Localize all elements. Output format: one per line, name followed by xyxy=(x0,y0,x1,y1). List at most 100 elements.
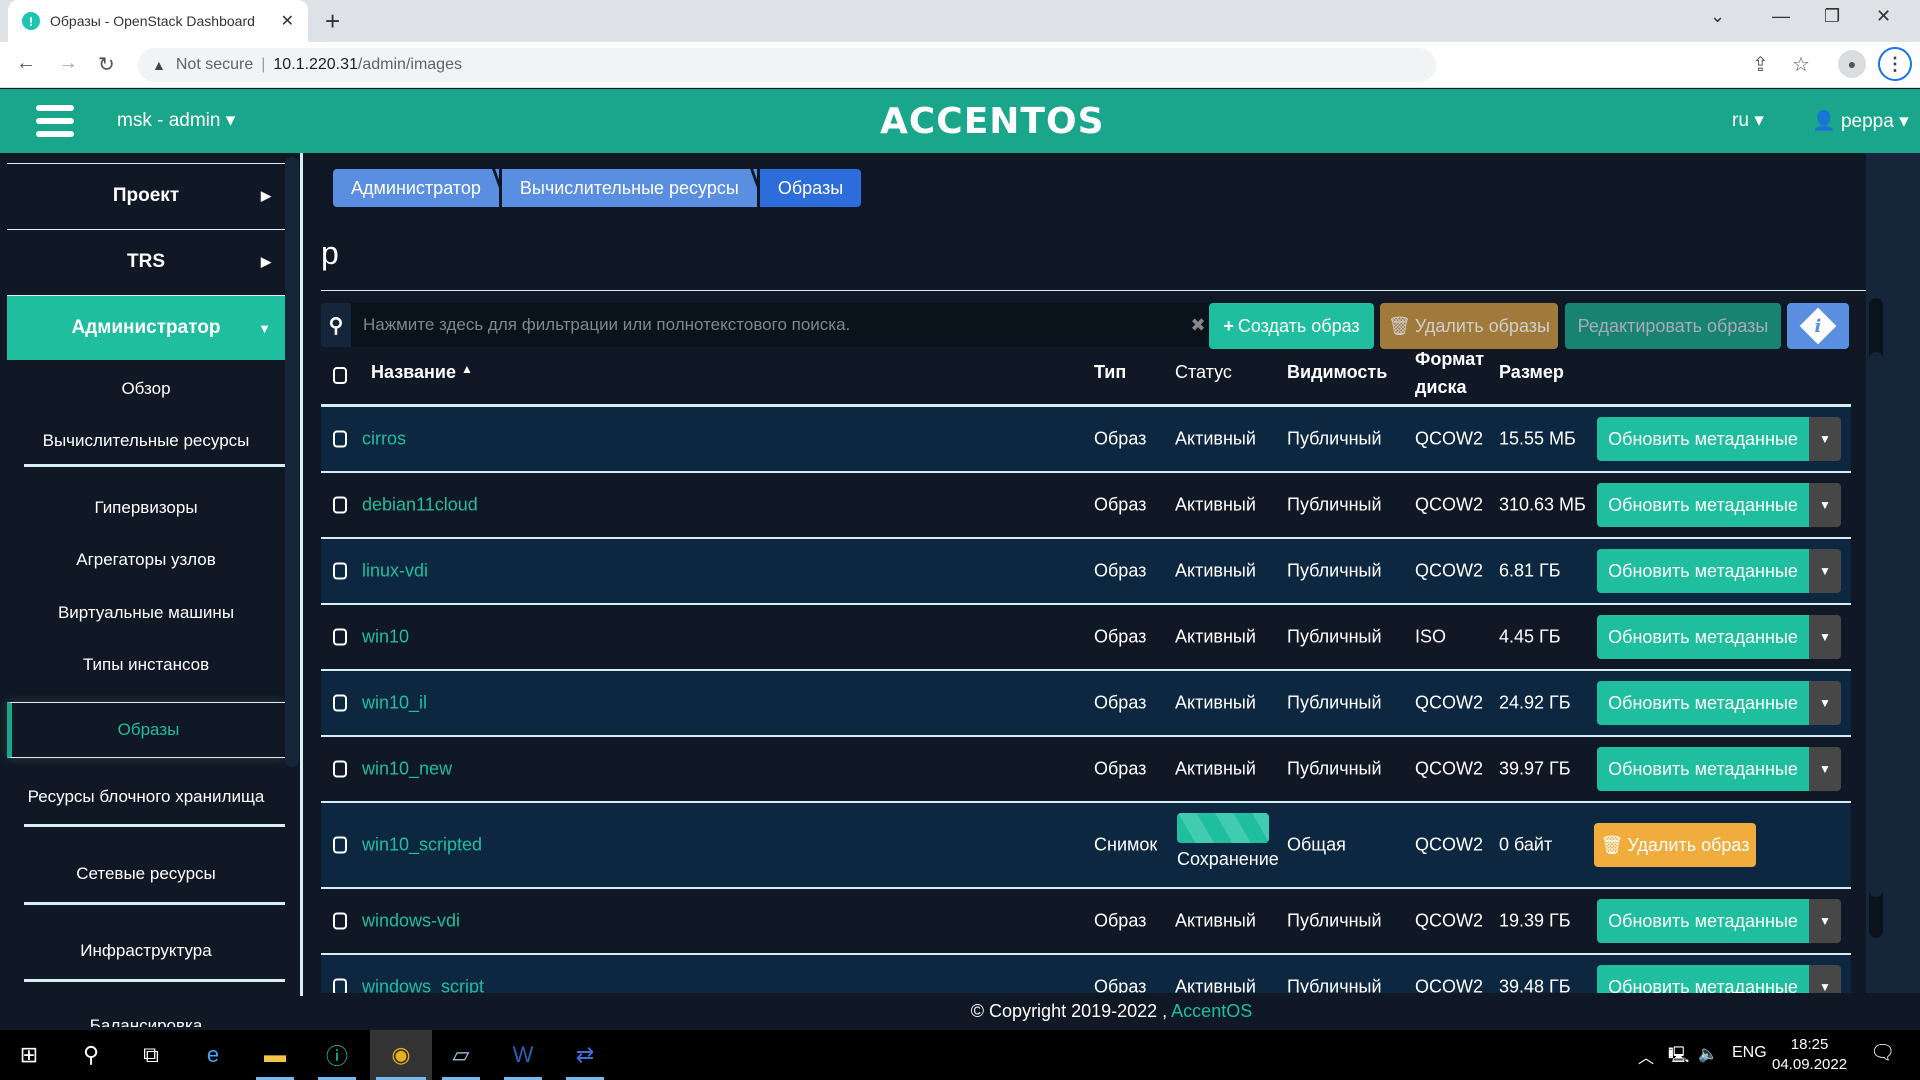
accentos-app-icon[interactable]: ⓘ xyxy=(312,1030,362,1080)
minimize-icon[interactable]: — xyxy=(1772,6,1790,27)
input-language[interactable]: ENG xyxy=(1732,1044,1767,1062)
tab-close-icon[interactable]: ✕ xyxy=(281,11,294,31)
tray-expand-icon[interactable]: ︿ xyxy=(1638,1044,1654,1068)
profile-avatar-icon[interactable]: ● xyxy=(1838,50,1866,78)
sidebar-item-images[interactable]: Образы xyxy=(7,702,285,758)
language-selector[interactable]: ru ▾ xyxy=(1732,109,1764,132)
browser-menu-icon[interactable]: ⋮ xyxy=(1878,47,1912,81)
image-name-link[interactable]: windows_script xyxy=(362,977,484,994)
select-all-checkbox[interactable] xyxy=(333,367,347,384)
actions-dropdown-caret-icon[interactable]: ▼ xyxy=(1809,899,1841,943)
url-field[interactable]: ▲ Not secure | 10.1.220.31 /admin/images xyxy=(138,48,1436,82)
sidebar-item-hypervisors[interactable]: Гипервизоры xyxy=(7,482,285,534)
actions-dropdown-caret-icon[interactable]: ▼ xyxy=(1809,483,1841,527)
sidebar-item-infrastructure[interactable]: Инфраструктура xyxy=(7,920,285,982)
sidebar-item-admin[interactable]: Администратор ▼ xyxy=(7,295,285,360)
column-header-visibility[interactable]: Видимость xyxy=(1287,362,1387,383)
network-icon[interactable]: 🖳 xyxy=(1668,1044,1689,1071)
sidebar-item-trs[interactable]: TRS ▶ xyxy=(7,229,285,294)
info-button[interactable]: i xyxy=(1787,303,1849,349)
update-metadata-button[interactable]: Обновить метаданные xyxy=(1597,615,1809,659)
back-icon[interactable]: ← xyxy=(16,52,36,75)
sidebar-item-load-balancing[interactable]: Балансировка xyxy=(7,1000,285,1027)
column-header-type[interactable]: Тип xyxy=(1094,362,1126,383)
update-metadata-button[interactable]: Обновить метаданные xyxy=(1597,747,1809,791)
actions-dropdown-caret-icon[interactable]: ▼ xyxy=(1809,615,1841,659)
search-icon[interactable]: ⚲ xyxy=(321,303,351,347)
row-checkbox[interactable] xyxy=(333,760,347,778)
sidebar-item-host-aggregates[interactable]: Агрегаторы узлов xyxy=(7,534,285,586)
tab-search-icon[interactable]: ⌄ xyxy=(1710,6,1725,27)
windows-start-icon[interactable]: ⊞ xyxy=(4,1030,54,1080)
remote-desktop-icon[interactable]: ⇄ xyxy=(560,1030,610,1080)
image-name-link[interactable]: debian11cloud xyxy=(362,495,478,516)
delete-image-button[interactable]: 🗑 Удалить образ xyxy=(1594,823,1756,867)
actions-dropdown-caret-icon[interactable]: ▼ xyxy=(1809,747,1841,791)
row-checkbox[interactable] xyxy=(333,430,347,448)
image-name-link[interactable]: win10_new xyxy=(362,759,452,780)
project-selector[interactable]: msk - admin ▾ xyxy=(117,109,235,132)
sidebar-item-instances[interactable]: Виртуальные машины xyxy=(7,587,285,639)
column-header-size[interactable]: Размер xyxy=(1499,362,1564,383)
column-header-status[interactable]: Статус xyxy=(1175,362,1232,383)
row-checkbox[interactable] xyxy=(333,694,347,712)
column-header-name[interactable]: Название ▲ xyxy=(371,362,473,383)
bookmark-star-icon[interactable]: ☆ xyxy=(1792,52,1810,77)
window-close-icon[interactable]: ✕ xyxy=(1876,6,1891,27)
row-checkbox[interactable] xyxy=(333,978,347,993)
search-input[interactable] xyxy=(351,315,1181,335)
breadcrumb-admin[interactable]: Администратор xyxy=(333,169,499,207)
sidebar-item-overview[interactable]: Обзор xyxy=(7,363,285,415)
word-icon[interactable]: W xyxy=(498,1030,548,1080)
image-name-link[interactable]: win10_scripted xyxy=(362,835,482,856)
actions-dropdown-caret-icon[interactable]: ▼ xyxy=(1809,965,1841,993)
search-icon[interactable]: ⚲ xyxy=(66,1030,116,1080)
sidebar-item-compute[interactable]: Вычислительные ресурсы xyxy=(7,415,285,467)
share-icon[interactable]: ⇪ xyxy=(1752,52,1769,77)
task-view-icon[interactable]: ⧉ xyxy=(126,1030,176,1080)
notepad-icon[interactable]: ▱ xyxy=(436,1030,486,1080)
edit-images-button[interactable]: Редактировать образы xyxy=(1565,303,1781,349)
user-menu[interactable]: 👤 peppa ▾ xyxy=(1812,109,1909,133)
new-tab-icon[interactable]: + xyxy=(325,6,340,37)
delete-images-button[interactable]: 🗑 Удалить образы xyxy=(1380,303,1558,349)
clock[interactable]: 18:25 04.09.2022 xyxy=(1772,1035,1847,1075)
update-metadata-button[interactable]: Обновить метаданные xyxy=(1597,417,1809,461)
row-checkbox[interactable] xyxy=(333,628,347,646)
image-name-link[interactable]: windows-vdi xyxy=(362,911,460,932)
image-name-link[interactable]: win10 xyxy=(362,627,409,648)
update-metadata-button[interactable]: Обновить метаданные xyxy=(1597,549,1809,593)
table-scrollbar[interactable] xyxy=(1869,352,1883,897)
sidebar-scrollbar[interactable] xyxy=(285,157,299,767)
create-image-button[interactable]: + Создать образ xyxy=(1209,303,1374,349)
sidebar-item-flavors[interactable]: Типы инстансов xyxy=(7,639,285,691)
update-metadata-button[interactable]: Обновить метаданные xyxy=(1597,899,1809,943)
update-metadata-button[interactable]: Обновить метаданные xyxy=(1597,681,1809,725)
breadcrumb-compute[interactable]: Вычислительные ресурсы xyxy=(501,169,757,207)
actions-dropdown-caret-icon[interactable]: ▼ xyxy=(1809,549,1841,593)
image-name-link[interactable]: cirros xyxy=(362,429,406,450)
reload-icon[interactable]: ↻ xyxy=(98,52,115,77)
sidebar-item-block-storage[interactable]: Ресурсы блочного хранилища xyxy=(7,767,285,827)
image-name-link[interactable]: win10_il xyxy=(362,693,427,714)
row-checkbox[interactable] xyxy=(333,836,347,854)
row-checkbox[interactable] xyxy=(333,496,347,514)
internet-explorer-icon[interactable]: e xyxy=(188,1030,238,1080)
volume-icon[interactable]: 🔈 xyxy=(1698,1044,1718,1064)
image-name-link[interactable]: linux-vdi xyxy=(362,561,428,582)
column-header-disk-format[interactable]: Формат диска xyxy=(1415,345,1495,401)
file-explorer-icon[interactable]: ▬ xyxy=(250,1030,300,1080)
actions-dropdown-caret-icon[interactable]: ▼ xyxy=(1809,681,1841,725)
row-checkbox[interactable] xyxy=(333,562,347,580)
row-checkbox[interactable] xyxy=(333,912,347,930)
forward-icon[interactable]: → xyxy=(58,52,78,75)
footer-brand-link[interactable]: AccentOS xyxy=(1171,1001,1252,1022)
update-metadata-button[interactable]: Обновить метаданные xyxy=(1597,483,1809,527)
update-metadata-button[interactable]: Обновить метаданные xyxy=(1597,965,1809,993)
hamburger-menu-icon[interactable] xyxy=(36,105,74,137)
chrome-icon[interactable]: ◉ xyxy=(370,1030,432,1080)
actions-dropdown-caret-icon[interactable]: ▼ xyxy=(1809,417,1841,461)
notifications-icon[interactable]: 🗨 xyxy=(1870,1040,1895,1065)
restore-icon[interactable]: ❐ xyxy=(1824,6,1840,27)
sidebar-item-network[interactable]: Сетевые ресурсы xyxy=(7,843,285,905)
